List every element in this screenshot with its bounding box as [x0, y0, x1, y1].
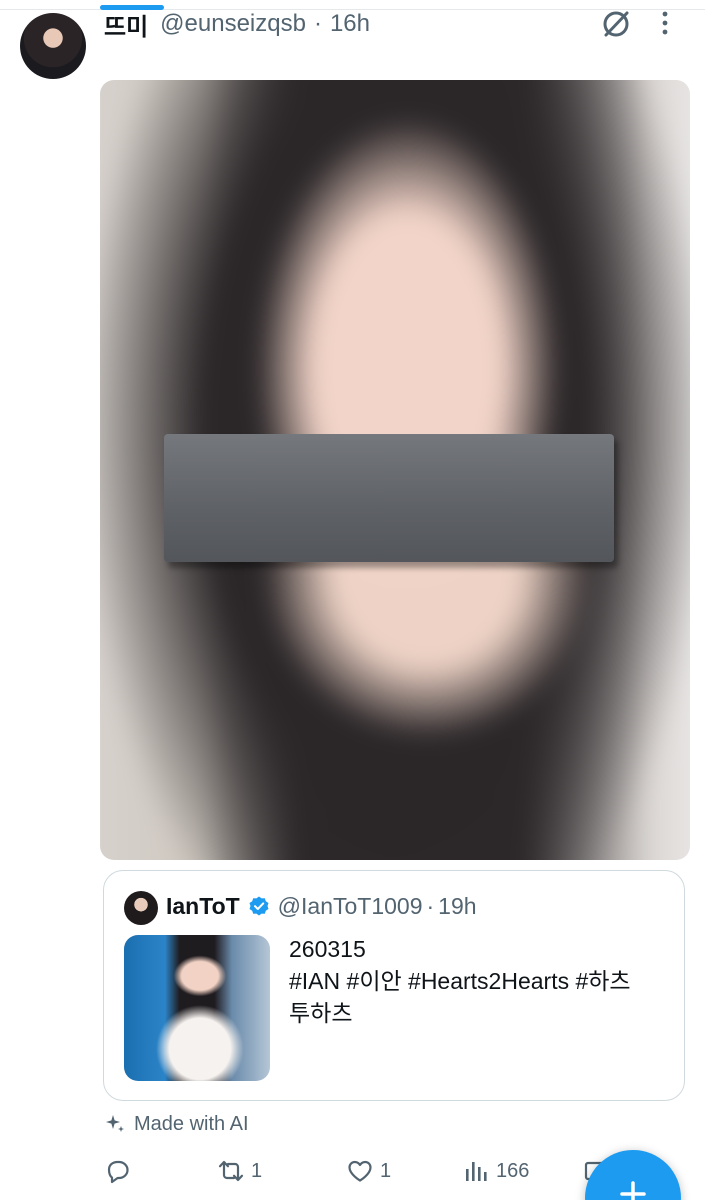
verified-badge-icon: [249, 896, 269, 916]
timestamp[interactable]: 16h: [330, 10, 370, 38]
handle[interactable]: @eunseizqsb: [160, 10, 306, 38]
retweet-icon: [218, 1160, 244, 1182]
quote-text-line: 260315: [289, 936, 366, 962]
quote-hashtags[interactable]: #IAN #이안 #Hearts2Hearts #하츠: [289, 965, 669, 997]
quote-display-name[interactable]: IanToT: [166, 893, 240, 920]
like-count: 1: [380, 1159, 392, 1182]
censor-bar: [164, 434, 614, 562]
quote-avatar[interactable]: [124, 891, 158, 925]
quote-separator-dot: ·: [426, 892, 435, 919]
retweet-button[interactable]: 1: [217, 1152, 262, 1190]
separator-dot: ·: [313, 10, 322, 37]
reply-icon: [107, 1160, 129, 1184]
sparkle-icon: [106, 1115, 124, 1132]
heart-icon: [348, 1160, 372, 1182]
reply-button[interactable]: [104, 1152, 138, 1190]
like-button[interactable]: 1: [346, 1152, 391, 1190]
made-with-ai-label: Made with AI: [104, 1110, 249, 1138]
retweet-count: 1: [251, 1159, 263, 1182]
ai-label-text: Made with AI: [134, 1112, 249, 1135]
avatar[interactable]: [20, 13, 86, 79]
display-name[interactable]: 뜨미: [104, 7, 148, 42]
views-count: 166: [496, 1159, 530, 1182]
quote-hashtags-cont[interactable]: 투하츠: [289, 997, 669, 1029]
views-chart-icon: [466, 1162, 487, 1181]
tweet-header: 뜨미 @eunseizqsb · 16h: [104, 6, 370, 42]
quote-text: 260315 #IAN #이안 #Hearts2Hearts #하츠 투하츠: [289, 933, 669, 1029]
tweet-media-image[interactable]: [100, 80, 690, 860]
quoted-tweet[interactable]: IanToT @IanToT1009 · 19h 260315 #IAN #이안…: [103, 870, 685, 1101]
quote-timestamp[interactable]: 19h: [438, 893, 476, 920]
quote-header: IanToT @IanToT1009 · 19h: [166, 889, 477, 923]
plus-icon: [620, 1181, 646, 1200]
quote-thumbnail[interactable]: [124, 935, 270, 1081]
views-button[interactable]: 166: [462, 1152, 529, 1190]
quote-handle[interactable]: @IanToT1009: [278, 893, 423, 920]
more-vertical-icon[interactable]: [652, 10, 678, 36]
grok-icon[interactable]: [600, 8, 632, 40]
